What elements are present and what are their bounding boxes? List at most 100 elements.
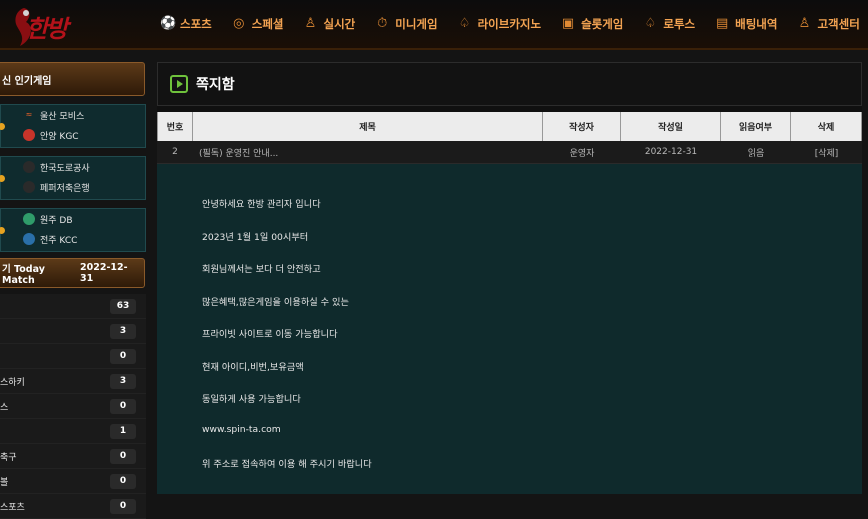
count-badge: 0: [110, 348, 136, 364]
logo-text: 한방: [26, 14, 68, 43]
delete-button[interactable]: [삭제]: [791, 141, 862, 163]
popular-match-2[interactable]: 한국도로공사 페퍼저축은행: [0, 156, 146, 200]
play-icon: [170, 75, 188, 93]
popular-games-header: 신 인기게임: [0, 62, 145, 96]
nav-bet-history[interactable]: ▤ 배팅내역: [715, 16, 777, 32]
header-author: 작성자: [543, 112, 621, 141]
soccer-icon: ⚽: [160, 16, 177, 31]
sport-label: 스하키: [0, 377, 25, 388]
count-badge: 1: [110, 423, 136, 439]
cell-number: 2: [172, 147, 178, 157]
team-logo-icon: ≈: [25, 110, 33, 119]
basketball-icon: ◎: [233, 16, 245, 31]
count-badge: 0: [110, 448, 136, 464]
match-team-away: 안양 KGC: [1, 125, 145, 145]
site-logo[interactable]: 한방: [6, 4, 98, 46]
list-item[interactable]: 볼0: [0, 469, 146, 494]
team-name: 원주 DB: [40, 215, 73, 226]
stopwatch-icon: ⏱: [377, 16, 388, 31]
count-badge: 0: [110, 473, 136, 489]
message-body: 안녕하세요 한방 관리자 입니다 2023년 1월 1일 00시부터 회원님께서…: [157, 164, 862, 494]
message-url: www.spin-ta.com: [202, 423, 281, 435]
message-line: 2023년 1월 1일 00시부터: [202, 231, 309, 243]
sport-count-list: 63 3 0 스하키 3 스0 1 축구 0 볼0 스포츠 0: [0, 294, 146, 519]
team-name: 전주 KCC: [40, 235, 78, 246]
table-row[interactable]: 2 (필독) 운영진 안내... 운영자 2022-12-31 읽음 [삭제]: [157, 141, 862, 164]
nav-label: 라이브카지노: [477, 17, 542, 31]
top-navigation-bar: 한방 ⚽ 스포츠 ◎ 스페셜 ♙ 실시간 ⏱ 미니게임 ♤ 라이브카지노 ▣ 슬롯게임 ♤ 로…: [0, 0, 868, 50]
header-read-status: 읽음여부: [721, 112, 791, 141]
count-badge: 3: [110, 373, 136, 389]
popular-match-1[interactable]: ≈ 울산 모비스 안양 KGC: [0, 104, 146, 148]
nav-live-casino[interactable]: ♤ 라이브카지노: [458, 16, 541, 32]
list-item[interactable]: 63: [0, 294, 146, 319]
message-line: 위 주소로 접속하여 이용 해 주시기 바랍니다: [202, 459, 372, 470]
match-team-home: 원주 DB: [1, 209, 145, 229]
list-item[interactable]: 스0: [0, 394, 146, 419]
nav-minigame[interactable]: ⏱ 미니게임: [375, 16, 437, 32]
header-delete: 삭제: [791, 112, 862, 141]
cell-read-status: 읽음: [747, 148, 765, 159]
nav-label: 로투스: [663, 17, 696, 31]
count-badge: 0: [110, 498, 136, 514]
cell-date: 2022-12-31: [644, 147, 698, 157]
nav-slot[interactable]: ▣ 슬롯게임: [561, 16, 623, 32]
message-subject-link[interactable]: (필독) 운영진 안내...: [193, 141, 543, 163]
list-icon: ▤: [715, 16, 729, 31]
team-logo-icon: [23, 233, 35, 245]
team-name: 울산 모비스: [40, 111, 85, 122]
match-team-home: ≈ 울산 모비스: [1, 105, 145, 125]
message-table: 번호 제목 작성자 작성일 읽음여부 삭제 2 (필독) 운영진 안내... 운…: [157, 112, 862, 494]
team-name: 안양 KGC: [40, 131, 79, 142]
nav-sports[interactable]: ⚽ 스포츠: [160, 16, 212, 32]
nav-label: 스포츠: [180, 17, 212, 31]
sport-label: 축구: [0, 452, 17, 463]
nav-customer-center[interactable]: ♙ 고객센터: [797, 16, 860, 32]
sport-label: 볼: [0, 477, 9, 488]
team-logo-icon: [23, 161, 35, 173]
slot-machine-icon: ▣: [561, 16, 575, 31]
person-icon: ♙: [304, 16, 317, 31]
support-icon: ♙: [798, 16, 811, 31]
nav-label: 배팅내역: [735, 17, 778, 31]
today-match-title: 기 Today Match: [2, 263, 45, 286]
count-badge: 3: [110, 323, 136, 339]
today-match-date: 2022-12-31: [80, 262, 128, 284]
list-item[interactable]: 축구 0: [0, 444, 146, 469]
list-item[interactable]: 3: [0, 319, 146, 344]
message-line: 현재 아이디,비번,보유금액: [202, 361, 304, 373]
nav-live[interactable]: ♙ 실시간: [304, 16, 356, 32]
table-header: 번호 제목 작성자 작성일 읽음여부 삭제: [157, 112, 862, 141]
popular-match-3[interactable]: 원주 DB 전주 KCC: [0, 208, 146, 252]
message-line: 안녕하세요 한방 관리자 입니다: [202, 199, 321, 210]
list-item[interactable]: 스하키 3: [0, 369, 146, 394]
nav-special[interactable]: ◎ 스페셜: [232, 16, 284, 32]
team-logo-icon: [23, 213, 35, 225]
nav-label: 스페셜: [251, 17, 284, 31]
nav-lotus[interactable]: ♤ 로투스: [643, 16, 696, 32]
left-sidebar: 신 인기게임 ≈ 울산 모비스 안양 KGC 한국도로공사 페퍼저축은행 원주 D…: [0, 62, 150, 519]
team-name: 페퍼저축은행: [40, 183, 90, 194]
nav-label: 슬롯게임: [581, 17, 624, 31]
message-line: 회원님께서는 보다 더 안전하고: [202, 264, 321, 275]
cell-author: 운영자: [569, 148, 595, 159]
page-title-bar: 쪽지함: [157, 62, 862, 106]
header-subject: 제목: [193, 112, 543, 141]
spade-icon: ♤: [644, 16, 657, 31]
nav-label: 미니게임: [395, 17, 438, 31]
header-date: 작성일: [621, 112, 721, 141]
match-team-home: 한국도로공사: [1, 157, 145, 177]
main-nav: ⚽ 스포츠 ◎ 스페셜 ♙ 실시간 ⏱ 미니게임 ♤ 라이브카지노 ▣ 슬롯게임 ♤ 로투스 …: [160, 0, 868, 48]
page-title: 쪽지함: [196, 77, 235, 93]
match-team-away: 페퍼저축은행: [1, 177, 145, 197]
header-number: 번호: [157, 112, 193, 141]
count-badge: 63: [110, 298, 136, 314]
today-match-header: 기 Today Match 2022-12-31: [0, 258, 145, 288]
team-name: 한국도로공사: [40, 163, 90, 174]
sport-label: 스: [0, 402, 9, 413]
list-item[interactable]: 스포츠 0: [0, 494, 146, 519]
list-item[interactable]: 1: [0, 419, 146, 444]
team-logo-icon: [23, 129, 35, 141]
list-item[interactable]: 0: [0, 344, 146, 369]
match-team-away: 전주 KCC: [1, 229, 145, 249]
